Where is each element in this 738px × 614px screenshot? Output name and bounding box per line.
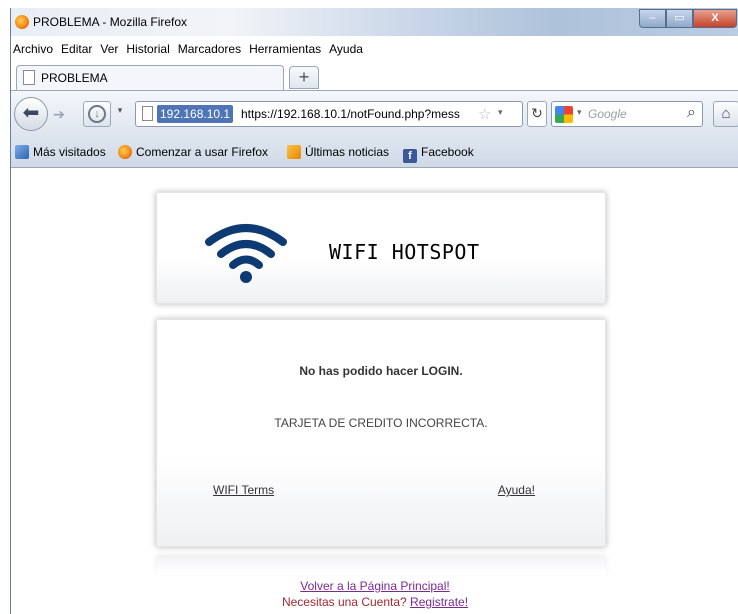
url-input[interactable]: https://192.168.10.1/notFound.php?mess bbox=[241, 107, 475, 121]
menu-ayuda[interactable]: Ayuda bbox=[329, 42, 363, 60]
arrow-left-icon: ⬅ bbox=[22, 102, 40, 124]
new-tab-button[interactable]: + bbox=[289, 66, 319, 89]
reload-icon: ↻ bbox=[531, 105, 543, 121]
register-link[interactable]: Registrate! bbox=[410, 595, 468, 609]
bookmark-star-icon[interactable]: ☆ bbox=[478, 105, 491, 123]
most-visited-icon bbox=[15, 145, 29, 159]
downloads-button[interactable]: ↓ bbox=[83, 101, 111, 127]
tab-problema[interactable]: PROBLEMA bbox=[16, 65, 284, 90]
page-icon bbox=[142, 106, 153, 121]
wifi-terms-link[interactable]: WIFI Terms bbox=[213, 483, 274, 497]
window-controls: – ▭ X bbox=[639, 9, 737, 29]
help-link[interactable]: Ayuda! bbox=[498, 483, 535, 497]
footer-home: Volver a la Página Principal! bbox=[11, 579, 738, 593]
home-icon: ⌂ bbox=[721, 105, 731, 122]
back-to-home-link[interactable]: Volver a la Página Principal! bbox=[300, 579, 449, 593]
menu-ver[interactable]: Ver bbox=[100, 42, 118, 60]
bookmark-label: Facebook bbox=[421, 145, 474, 159]
bookmark-most-visited[interactable]: Más visitados bbox=[15, 145, 106, 159]
menu-herramientas[interactable]: Herramientas bbox=[249, 42, 321, 60]
wifi-icon bbox=[205, 224, 287, 283]
title-bar: PROBLEMA - Mozilla Firefox – ▭ X bbox=[11, 8, 738, 36]
bookmark-firefox[interactable]: Comenzar a usar Firefox bbox=[118, 145, 268, 159]
minimize-button[interactable]: – bbox=[639, 9, 666, 28]
url-history-dropdown[interactable]: ▾ bbox=[498, 107, 503, 118]
tab-strip: PROBLEMA + bbox=[11, 65, 738, 90]
reload-button[interactable]: ↻ bbox=[527, 101, 547, 127]
menu-archivo[interactable]: Archivo bbox=[13, 42, 53, 60]
home-button[interactable]: ⌂ bbox=[713, 101, 738, 127]
hotspot-title: WIFI HOTSPOT bbox=[329, 240, 480, 264]
page-content: WIFI HOTSPOT No has podido hacer LOGIN. … bbox=[11, 169, 738, 614]
url-site-identity[interactable]: 192.168.10.1 bbox=[157, 105, 234, 123]
message-panel: No has podido hacer LOGIN. TARJETA DE CR… bbox=[156, 319, 606, 547]
login-error-title: No has podido hacer LOGIN. bbox=[299, 364, 463, 378]
menu-editar[interactable]: Editar bbox=[61, 42, 92, 60]
menu-historial[interactable]: Historial bbox=[126, 42, 169, 60]
back-button[interactable]: ⬅ bbox=[14, 97, 48, 131]
search-box[interactable]: ▾ Google ⌕ bbox=[551, 101, 703, 127]
facebook-icon: f bbox=[403, 149, 417, 163]
rss-icon bbox=[287, 145, 301, 159]
footer-signup: Necesitas una Cuenta? Registrate! bbox=[11, 595, 738, 609]
firefox-icon bbox=[118, 145, 132, 159]
downloads-dropdown[interactable]: ▾ bbox=[115, 105, 125, 123]
bookmark-facebook[interactable]: f Facebook bbox=[403, 145, 474, 163]
arrow-right-icon: ➔ bbox=[53, 106, 65, 122]
url-bar[interactable]: 192.168.10.1 https://192.168.10.1/notFou… bbox=[135, 101, 523, 127]
forward-button[interactable]: ➔ bbox=[48, 103, 70, 125]
tab-title: PROBLEMA bbox=[41, 71, 108, 85]
bookmarks-bar: Más visitados Comenzar a usar Firefox Úl… bbox=[11, 138, 738, 168]
login-error-message: TARJETA DE CREDITO INCORRECTA. bbox=[274, 416, 488, 430]
need-account-text: Necesitas una Cuenta? bbox=[281, 595, 407, 609]
bookmark-news[interactable]: Últimas noticias bbox=[287, 145, 389, 159]
close-button[interactable]: X bbox=[693, 9, 737, 28]
bookmark-label: Últimas noticias bbox=[305, 145, 390, 159]
maximize-button[interactable]: ▭ bbox=[666, 9, 693, 28]
window-title: PROBLEMA - Mozilla Firefox bbox=[33, 15, 188, 29]
menu-marcadores[interactable]: Marcadores bbox=[178, 42, 241, 60]
search-icon[interactable]: ⌕ bbox=[687, 104, 696, 122]
bookmark-label: Más visitados bbox=[33, 145, 106, 159]
bookmark-label: Comenzar a usar Firefox bbox=[136, 145, 269, 159]
search-input[interactable]: Google bbox=[588, 107, 627, 121]
page-icon bbox=[23, 70, 35, 85]
navigation-bar: ⬅ ➔ ↓ ▾ 192.168.10.1 https://192.168.10.… bbox=[11, 90, 738, 138]
download-icon: ↓ bbox=[88, 105, 106, 123]
browser-window: PROBLEMA - Mozilla Firefox – ▭ X Archivo… bbox=[10, 8, 738, 614]
firefox-icon bbox=[15, 15, 29, 29]
footer-panel bbox=[156, 557, 606, 575]
search-engine-dropdown[interactable]: ▾ bbox=[577, 107, 582, 118]
google-icon[interactable] bbox=[555, 106, 573, 123]
dropdown-icon: ▾ bbox=[117, 105, 123, 115]
header-panel: WIFI HOTSPOT bbox=[156, 192, 606, 304]
menu-bar: Archivo Editar Ver Historial Marcadores … bbox=[11, 42, 371, 60]
